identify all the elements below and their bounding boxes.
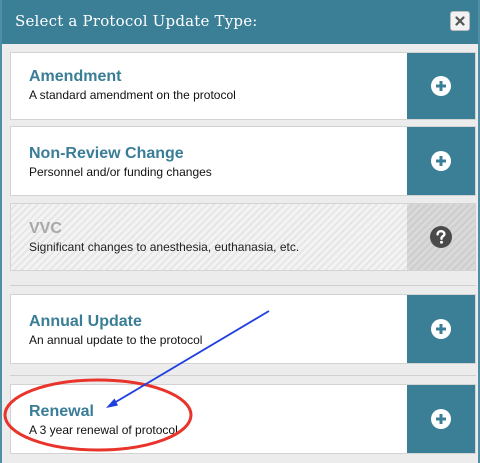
option-description: A 3 year renewal of protocol — [29, 423, 178, 437]
option-name: Annual Update — [29, 313, 142, 330]
add-renewal-button[interactable] — [407, 385, 475, 453]
option-description: Personnel and/or funding changes — [29, 165, 212, 179]
option-non-review-change[interactable]: Non-Review Change Personnel and/or fundi… — [10, 126, 476, 196]
close-button[interactable] — [450, 11, 470, 31]
option-annual-update[interactable]: Annual Update An annual update to the pr… — [10, 294, 476, 364]
option-description: Significant changes to anesthesia, eutha… — [29, 240, 300, 254]
plus-circle-icon — [431, 319, 451, 339]
option-name: Renewal — [29, 403, 94, 420]
option-amendment[interactable]: Amendment A standard amendment on the pr… — [10, 52, 476, 120]
plus-circle-icon — [431, 151, 451, 171]
option-name: Amendment — [29, 68, 122, 85]
dialog-title: Select a Protocol Update Type: — [15, 12, 258, 30]
add-annual-update-button[interactable] — [407, 295, 475, 363]
plus-circle-icon — [431, 409, 451, 429]
section-divider — [10, 285, 476, 286]
add-non-review-change-button[interactable] — [407, 127, 475, 195]
question-circle-icon — [430, 226, 452, 248]
option-vvc: VVC Significant changes to anesthesia, e… — [10, 203, 476, 271]
option-name: Non-Review Change — [29, 145, 184, 162]
protocol-update-dialog: Select a Protocol Update Type: Amendment… — [0, 0, 480, 463]
option-name: VVC — [29, 220, 62, 237]
plus-circle-icon — [431, 76, 451, 96]
option-renewal[interactable]: Renewal A 3 year renewal of protocol — [10, 384, 476, 454]
option-description: A standard amendment on the protocol — [29, 88, 236, 102]
dialog-titlebar: Select a Protocol Update Type: — [2, 0, 478, 44]
add-amendment-button[interactable] — [407, 53, 475, 119]
section-divider — [10, 375, 476, 376]
vvc-help-button[interactable] — [407, 204, 475, 270]
option-description: An annual update to the protocol — [29, 333, 203, 347]
close-x-icon — [455, 16, 465, 26]
